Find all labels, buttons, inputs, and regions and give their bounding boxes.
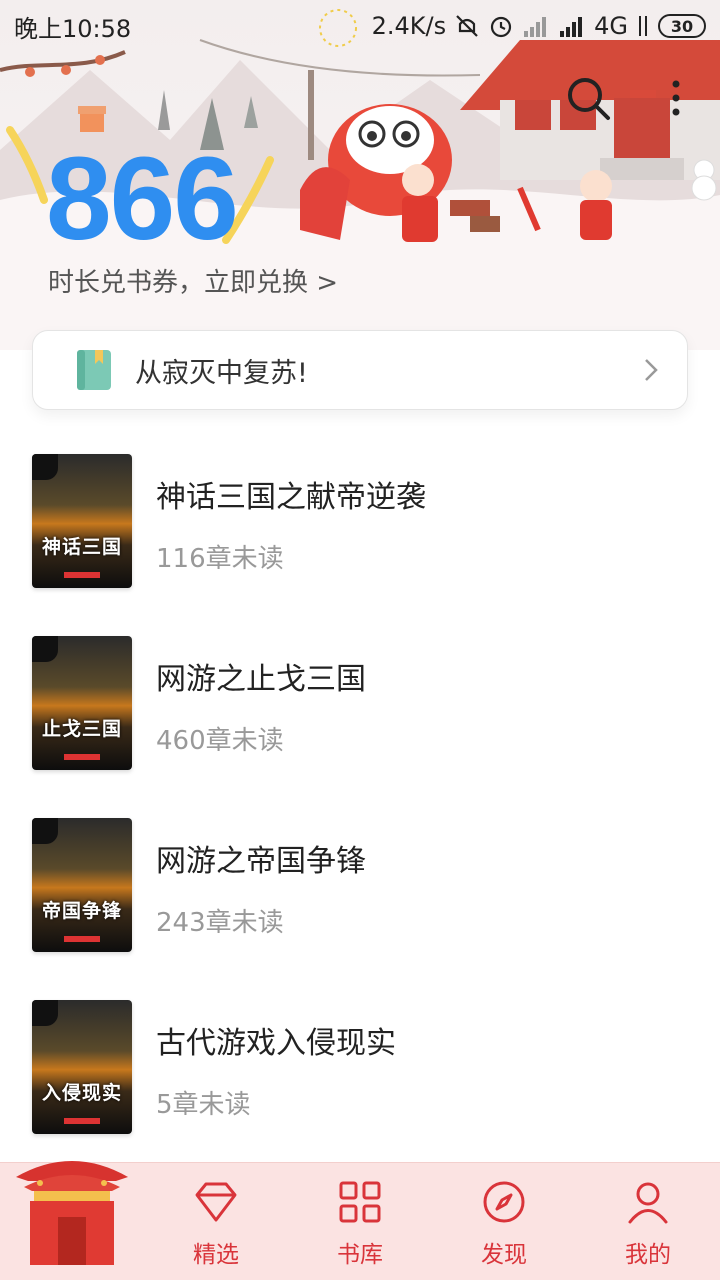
- mask-icon: [32, 818, 58, 844]
- book-cover: 神话三国: [32, 454, 132, 588]
- search-button[interactable]: [564, 74, 612, 122]
- book-title: 网游之止戈三国: [156, 662, 366, 697]
- book-cover: 帝国争锋: [32, 818, 132, 952]
- redeem-coupon-link[interactable]: 时长兑书券，立即兑换 >: [48, 262, 338, 299]
- status-time: 晚上10:58: [14, 14, 132, 43]
- book-title: 古代游戏入侵现实: [156, 1026, 396, 1061]
- status-indicators: 2.4K/s 4G 30: [372, 12, 706, 40]
- nav-library[interactable]: 书库: [288, 1163, 432, 1280]
- data-transfer-icon: [639, 16, 647, 36]
- mask-icon: [32, 1000, 58, 1026]
- nav-profile[interactable]: 我的: [576, 1163, 720, 1280]
- mask-icon: [32, 454, 58, 480]
- mask-icon: [32, 636, 58, 662]
- signal-icon: [524, 17, 547, 37]
- nav-discover[interactable]: 发现: [432, 1163, 576, 1280]
- network-speed: 2.4K/s: [371, 12, 447, 40]
- notice-text: 从寂灭中复苏!: [135, 357, 308, 389]
- mute-icon: [456, 15, 478, 37]
- nav-bookshelf-home[interactable]: [0, 1161, 144, 1280]
- chevron-right-icon: [645, 359, 658, 381]
- book-item[interactable]: 止戈三国 网游之止戈三国 460章未读: [0, 618, 720, 800]
- network-type: 4G: [594, 12, 628, 40]
- status-bar: 晚上10:58 2.4K/s 4G 30: [0, 0, 720, 52]
- publisher-badge: [64, 754, 100, 760]
- book-cover: 止戈三国: [32, 636, 132, 770]
- cover-title: 帝国争锋: [41, 900, 122, 922]
- festival-banner: 晚上10:58 2.4K/s 4G 30 866 时长兑书券，立即兑换 >: [0, 0, 720, 350]
- book-title: 神话三国之献帝逆袭: [156, 480, 426, 515]
- unread-count: 5章未读: [156, 1090, 251, 1120]
- notice-card[interactable]: 从寂灭中复苏!: [32, 330, 688, 410]
- book-cover: 入侵现实: [32, 1000, 132, 1134]
- book-title: 网游之帝国争锋: [156, 844, 366, 879]
- book-item[interactable]: 入侵现实 古代游戏入侵现实 5章未读: [0, 982, 720, 1164]
- more-options-icon[interactable]: [664, 78, 688, 118]
- publisher-badge: [64, 1118, 100, 1124]
- diamond-icon: [195, 1182, 237, 1222]
- publisher-badge: [64, 936, 100, 942]
- unread-count: 243章未读: [156, 908, 284, 938]
- book-item[interactable]: 帝国争锋 网游之帝国争锋 243章未读: [0, 800, 720, 982]
- book-icon: [77, 350, 111, 390]
- nav-label: 书库: [337, 1242, 383, 1268]
- signal-icon-2: [560, 17, 583, 37]
- battery-indicator: 30: [658, 14, 706, 38]
- grid-icon: [339, 1181, 381, 1223]
- cover-title: 止戈三国: [41, 718, 122, 740]
- nav-label: 精选: [193, 1242, 239, 1268]
- reading-duration-value[interactable]: 866: [46, 140, 239, 258]
- compass-icon: [483, 1181, 525, 1223]
- publisher-badge: [64, 572, 100, 578]
- alarm-icon: [491, 16, 512, 38]
- nav-label: 我的: [625, 1242, 671, 1268]
- gate-icon: [16, 1161, 128, 1265]
- bookshelf-screen: 晚上10:58 2.4K/s 4G 30 866 时长兑书券，立即兑换 > 从寂…: [0, 0, 720, 1280]
- book-list: 神话三国 神话三国之献帝逆袭 116章未读 止戈三国 网游之止戈三国 460章未…: [0, 436, 720, 1164]
- person-icon: [628, 1182, 668, 1224]
- cover-title: 入侵现实: [41, 1082, 122, 1104]
- bottom-nav: 精选 书库 发现 我的: [0, 1161, 720, 1280]
- cover-title: 神话三国: [41, 536, 122, 558]
- book-item[interactable]: 神话三国 神话三国之献帝逆袭 116章未读: [0, 436, 720, 618]
- nav-label: 发现: [481, 1242, 527, 1268]
- unread-count: 460章未读: [156, 726, 284, 756]
- nav-featured[interactable]: 精选: [144, 1163, 288, 1280]
- unread-count: 116章未读: [156, 544, 284, 574]
